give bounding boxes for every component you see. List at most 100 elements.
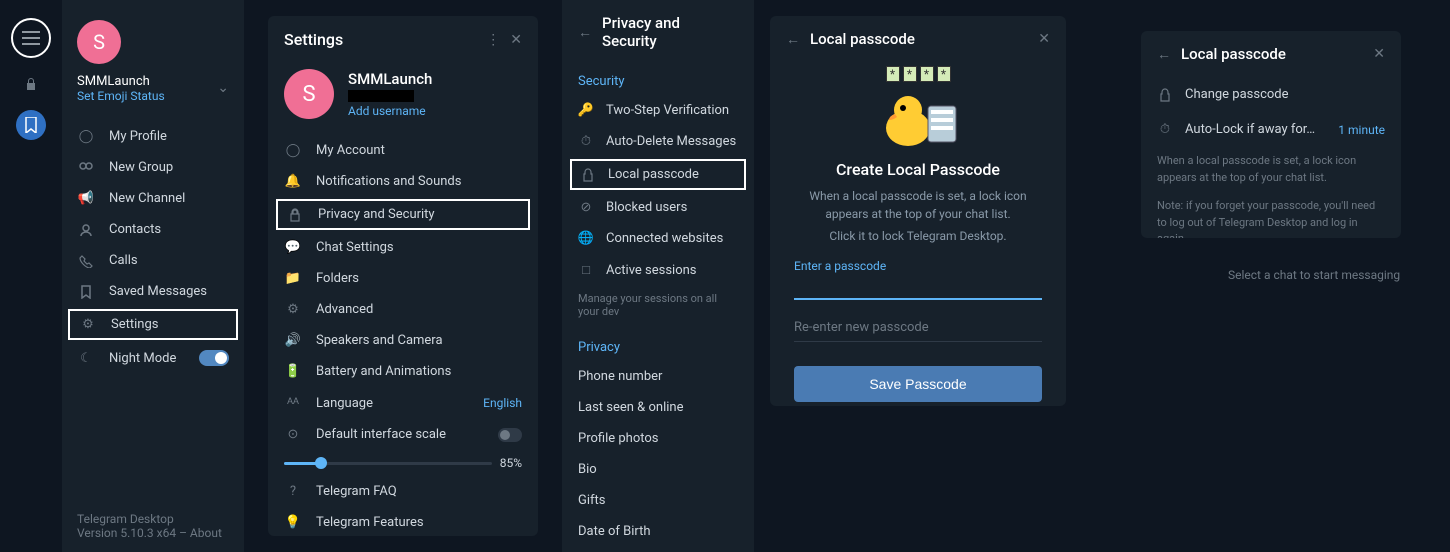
settings-item-features[interactable]: 💡 Telegram Features bbox=[268, 507, 538, 536]
settings-item-privacy[interactable]: Privacy and Security bbox=[276, 199, 530, 230]
block-icon: ⊘ bbox=[578, 200, 594, 215]
privacy-item-twostep[interactable]: 🔑 Two-Step Verification bbox=[562, 95, 754, 126]
close-button[interactable]: ✕ bbox=[1373, 46, 1385, 62]
back-button[interactable]: ← bbox=[786, 31, 800, 48]
settings-label: My Account bbox=[316, 143, 385, 158]
avatar[interactable]: S bbox=[77, 20, 121, 64]
menu-label: New Channel bbox=[109, 191, 185, 206]
panel-header: ← Privacy and Security bbox=[562, 0, 754, 64]
autolock-item[interactable]: ⏱ Auto-Lock if away for… 1 minute bbox=[1141, 112, 1401, 147]
night-mode-toggle[interactable] bbox=[199, 350, 229, 366]
passcode-note-2: Note: if you forget your passcode, you'l… bbox=[1141, 192, 1401, 238]
privacy-row-gifts[interactable]: Gifts bbox=[562, 485, 754, 516]
folder-icon: 📁 bbox=[284, 271, 302, 286]
menu-item-profile[interactable]: ◯ My Profile bbox=[62, 121, 244, 152]
create-description: When a local passcode is set, a lock ico… bbox=[794, 187, 1042, 223]
menu-item-saved[interactable]: Saved Messages bbox=[62, 276, 244, 307]
change-passcode-item[interactable]: Change passcode bbox=[1141, 77, 1401, 112]
saved-messages-button[interactable] bbox=[16, 110, 46, 140]
privacy-item-websites[interactable]: 🌐 Connected websites bbox=[562, 223, 754, 254]
privacy-row-bio[interactable]: Bio bbox=[562, 454, 754, 485]
menu-label: Contacts bbox=[109, 222, 161, 237]
back-button[interactable]: ← bbox=[1157, 46, 1171, 63]
settings-item-language[interactable]: ᴬᴬ Language English bbox=[268, 387, 538, 419]
user-icon: ◯ bbox=[284, 143, 302, 158]
settings-item-account[interactable]: ◯ My Account bbox=[268, 135, 538, 166]
settings-item-chat[interactable]: 💬 Chat Settings bbox=[268, 232, 538, 263]
user-icon: ◯ bbox=[77, 129, 95, 144]
close-button[interactable]: ✕ bbox=[510, 32, 522, 48]
timer-icon: ⏱ bbox=[578, 134, 594, 149]
sliders-icon: ⚙ bbox=[284, 302, 302, 317]
avatar[interactable]: S bbox=[284, 69, 334, 119]
settings-item-scale[interactable]: ⊙ Default interface scale bbox=[268, 419, 538, 450]
settings-panel: Settings ⋮ ✕ S SMMLaunch Add username ◯ … bbox=[268, 16, 538, 536]
app-footer: Telegram Desktop Version 5.10.3 x64 – Ab… bbox=[62, 512, 244, 552]
privacy-item-sessions[interactable]: □ Active sessions bbox=[562, 254, 754, 286]
scale-slider[interactable] bbox=[284, 462, 492, 465]
lock-icon bbox=[580, 168, 596, 182]
menu-item-calls[interactable]: Calls bbox=[62, 245, 244, 276]
settings-item-speakers[interactable]: 🔊 Speakers and Camera bbox=[268, 325, 538, 356]
create-heading: Create Local Passcode bbox=[836, 160, 1000, 179]
privacy-item-autodelete[interactable]: ⏱ Auto-Delete Messages bbox=[562, 126, 754, 157]
back-button[interactable]: ← bbox=[578, 24, 592, 41]
reenter-passcode-field[interactable]: Re-enter new passcode bbox=[794, 316, 1042, 342]
privacy-label: Active sessions bbox=[606, 263, 697, 278]
lock-icon bbox=[1157, 88, 1173, 102]
lock-icon bbox=[286, 208, 304, 222]
page-title: Local passcode bbox=[810, 30, 1028, 48]
gear-icon: ⚙ bbox=[79, 317, 97, 332]
privacy-item-blocked[interactable]: ⊘ Blocked users bbox=[562, 192, 754, 223]
settings-item-notifications[interactable]: 🔔 Notifications and Sounds bbox=[268, 166, 538, 197]
privacy-row-dob[interactable]: Date of Birth bbox=[562, 516, 754, 547]
create-hint: Click it to lock Telegram Desktop. bbox=[829, 229, 1006, 243]
privacy-row-photos[interactable]: Profile photos bbox=[562, 423, 754, 454]
add-username[interactable]: Add username bbox=[348, 104, 432, 118]
settings-item-faq[interactable]: ? Telegram FAQ bbox=[268, 476, 538, 507]
change-label: Change passcode bbox=[1185, 87, 1289, 102]
privacy-row-lastseen[interactable]: Last seen & online bbox=[562, 392, 754, 423]
scale-toggle[interactable] bbox=[498, 428, 522, 442]
footer-app-name: Telegram Desktop bbox=[77, 512, 229, 526]
panel-header: ← Local passcode ✕ bbox=[1141, 31, 1401, 77]
scale-slider-row: 85% bbox=[268, 450, 538, 476]
footer-version[interactable]: Version 5.10.3 x64 – About bbox=[77, 526, 229, 540]
more-button[interactable]: ⋮ bbox=[486, 32, 500, 48]
lock-icon[interactable] bbox=[23, 76, 39, 92]
scale-value: 85% bbox=[500, 456, 522, 470]
menu-item-contacts[interactable]: Contacts bbox=[62, 214, 244, 245]
menu-item-new-channel[interactable]: 📢 New Channel bbox=[62, 183, 244, 214]
set-emoji-status[interactable]: Set Emoji Status bbox=[77, 89, 229, 103]
sessions-note: Manage your sessions on all your dev bbox=[562, 286, 754, 330]
bell-icon: 🔔 bbox=[284, 174, 302, 189]
autolock-value: 1 minute bbox=[1338, 123, 1385, 137]
privacy-row-forwarded[interactable]: Forwarded messages bbox=[562, 547, 754, 552]
privacy-item-localpasscode[interactable]: Local passcode bbox=[570, 159, 746, 190]
save-passcode-button[interactable]: Save Passcode bbox=[794, 366, 1042, 402]
menu-item-night-mode[interactable]: ☾ Night Mode bbox=[62, 342, 244, 374]
menu-item-settings[interactable]: ⚙ Settings bbox=[68, 309, 238, 340]
contact-icon bbox=[77, 223, 95, 237]
settings-label: Battery and Animations bbox=[316, 364, 451, 379]
phone-icon bbox=[77, 254, 95, 268]
menu-label: New Group bbox=[109, 160, 173, 175]
menu-item-new-group[interactable]: New Group bbox=[62, 152, 244, 183]
settings-item-battery[interactable]: 🔋 Battery and Animations bbox=[268, 356, 538, 387]
enter-passcode-label: Enter a passcode bbox=[794, 259, 886, 273]
settings-profile: S SMMLaunch Add username bbox=[268, 63, 538, 135]
passcode-input[interactable] bbox=[794, 275, 1042, 300]
timer-icon: ⏱ bbox=[1157, 122, 1173, 137]
panel-header: Settings ⋮ ✕ bbox=[268, 16, 538, 63]
privacy-row-phone[interactable]: Phone number bbox=[562, 361, 754, 392]
hamburger-button[interactable] bbox=[11, 18, 51, 58]
question-icon: ? bbox=[284, 484, 302, 499]
settings-item-folders[interactable]: 📁 Folders bbox=[268, 263, 538, 294]
speaker-icon: 🔊 bbox=[284, 333, 302, 348]
help-label: Telegram FAQ bbox=[316, 484, 397, 499]
chevron-down-icon[interactable]: ⌄ bbox=[217, 80, 229, 96]
settings-item-advanced[interactable]: ⚙ Advanced bbox=[268, 294, 538, 325]
hamburger-icon bbox=[22, 31, 40, 45]
autolock-label: Auto-Lock if away for… bbox=[1185, 122, 1315, 137]
close-button[interactable]: ✕ bbox=[1038, 31, 1050, 47]
